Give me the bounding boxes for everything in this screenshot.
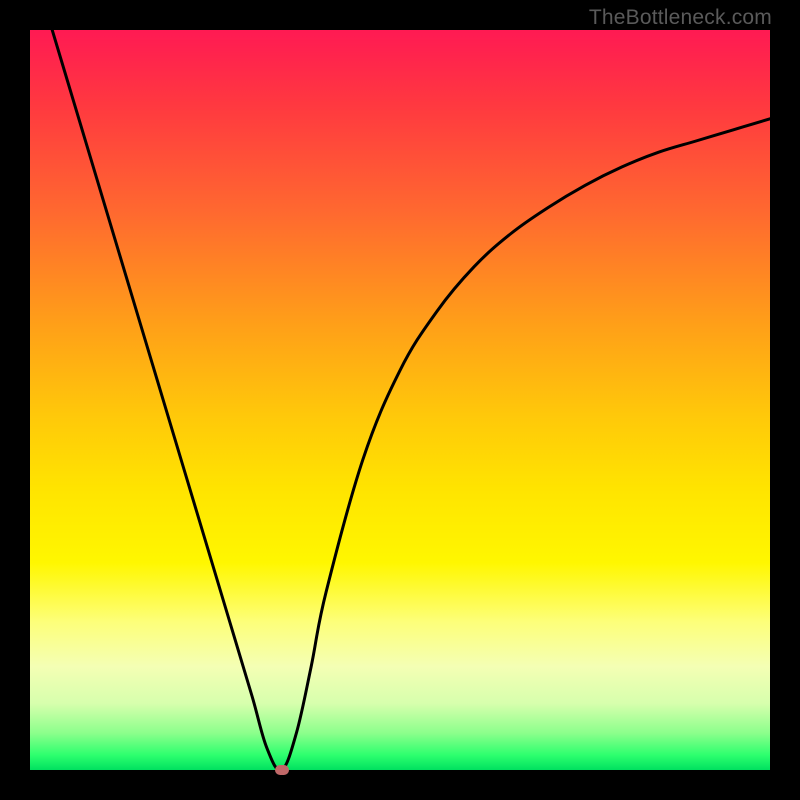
watermark-text: TheBottleneck.com bbox=[589, 6, 772, 30]
plot-area bbox=[30, 30, 770, 770]
chart-frame: TheBottleneck.com bbox=[0, 0, 800, 800]
bottleneck-curve bbox=[52, 30, 770, 770]
optimal-marker bbox=[275, 765, 289, 775]
curve-svg bbox=[30, 30, 770, 770]
